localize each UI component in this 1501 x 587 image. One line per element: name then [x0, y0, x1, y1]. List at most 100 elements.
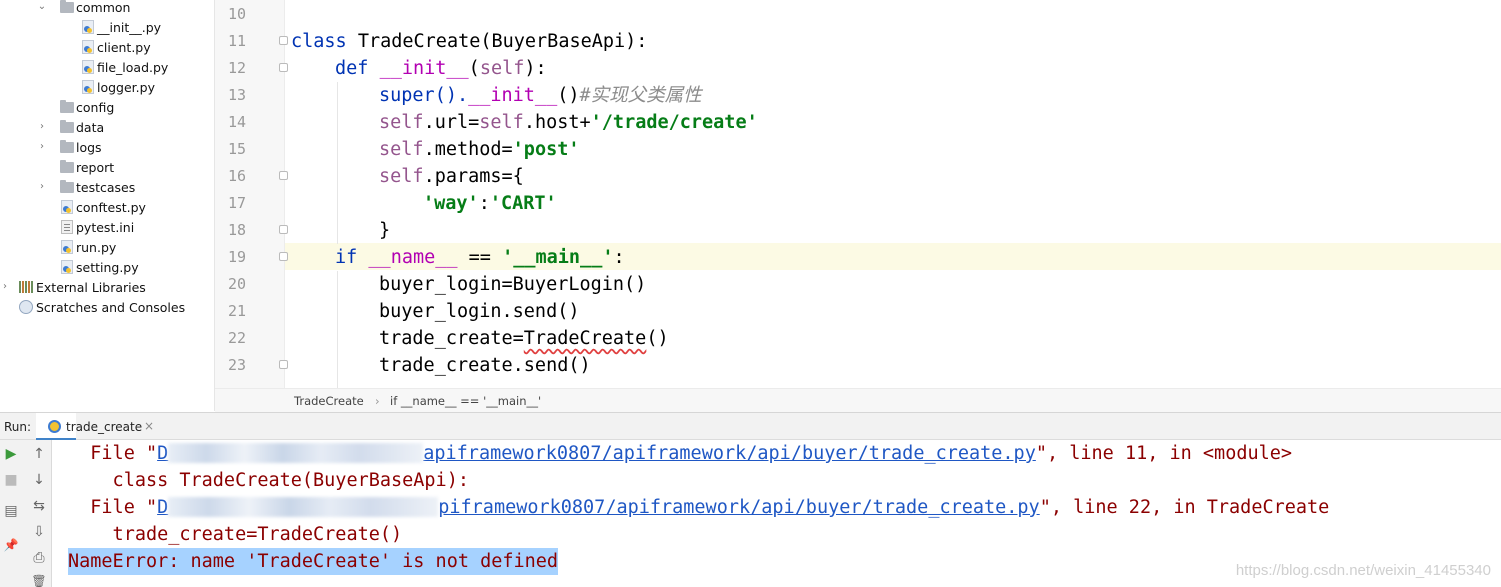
line-number: 19: [227, 248, 247, 266]
code-line-13: super().__init__()#实现父类属性: [379, 85, 702, 106]
python-file-icon: [82, 80, 94, 94]
fold-marker-icon[interactable]: [279, 36, 288, 45]
scroll-to-end-icon[interactable]: ⇩: [30, 523, 48, 541]
line-number: 10: [227, 5, 247, 23]
error-message: NameError: name 'TradeCreate' is not def…: [68, 548, 559, 575]
run-toolbar: ▶ ↑ ■ ↓ ⇆ ▤ ⇩ 📌 ⎙ 🗑: [0, 440, 52, 587]
breadcrumb-item-if-main[interactable]: if __name__ == '__main__': [390, 394, 541, 408]
tree-item-init-py[interactable]: __init__.py: [0, 17, 214, 37]
fold-marker-icon[interactable]: [279, 360, 288, 369]
indent-guide: [337, 82, 338, 244]
tree-item-run-py[interactable]: run.py: [0, 237, 214, 257]
fold-marker-icon[interactable]: [279, 225, 288, 234]
fold-marker-icon[interactable]: [279, 171, 288, 180]
line-number: 12: [227, 59, 247, 77]
watermark: https://blog.csdn.net/weixin_41455340: [1235, 562, 1491, 579]
tree-item-label: client.py: [97, 39, 151, 55]
tree-item-label: conftest.py: [76, 199, 146, 215]
code-line-20: buyer_login=BuyerLogin(): [379, 274, 647, 295]
layout-icon[interactable]: ▤: [2, 502, 20, 520]
library-icon: [19, 281, 33, 293]
indent-guide: [337, 271, 338, 388]
traceback-file-link[interactable]: apiframework0807/apiframework/api/buyer/…: [423, 443, 1036, 464]
down-arrow-icon[interactable]: ↓: [30, 471, 48, 489]
breadcrumb-separator: ›: [375, 394, 380, 408]
line-number: 17: [227, 194, 247, 212]
traceback-file-link[interactable]: piframework0807/apiframework/api/buyer/t…: [438, 497, 1039, 518]
traceback-file-line: File "D apiframework0807/apiframework/api…: [68, 443, 1293, 464]
pin-icon[interactable]: 📌: [2, 536, 20, 554]
print-icon[interactable]: ⎙: [30, 549, 48, 567]
chevron-right-icon[interactable]: ›: [37, 122, 47, 132]
chevron-down-icon[interactable]: ⌄: [37, 2, 47, 12]
tree-item-logger-py[interactable]: logger.py: [0, 77, 214, 97]
python-file-icon: [61, 260, 73, 274]
code-line-23: trade_create.send(): [379, 355, 591, 376]
tree-item-label: pytest.ini: [76, 219, 135, 235]
fold-marker-icon[interactable]: [279, 252, 288, 261]
code-line-16: self.params={: [379, 166, 524, 187]
tree-item-label: testcases: [76, 179, 136, 195]
run-tool-window-header: Run: trade_create ×: [0, 412, 1501, 441]
tree-item-scratches[interactable]: Scratches and Consoles: [0, 297, 214, 317]
tree-item-label: data: [76, 119, 105, 135]
python-file-icon: [82, 40, 94, 54]
chevron-right-icon[interactable]: ›: [37, 142, 47, 152]
python-run-icon: [48, 420, 61, 433]
folder-icon: [60, 160, 74, 173]
redacted-path: [168, 497, 439, 517]
close-icon[interactable]: ×: [144, 419, 154, 433]
line-number: 21: [227, 302, 247, 320]
rerun-icon[interactable]: ▶: [2, 445, 20, 463]
code-line-15: self.method='post': [379, 139, 580, 160]
chevron-right-icon[interactable]: ›: [0, 282, 10, 292]
code-line-11: class TradeCreate(BuyerBaseApi):: [291, 31, 648, 52]
python-file-icon: [82, 60, 94, 74]
tree-item-testcases[interactable]: › testcases: [0, 177, 214, 197]
up-arrow-icon[interactable]: ↑: [30, 445, 48, 463]
stop-icon[interactable]: ■: [2, 471, 20, 489]
tab-label: trade_create: [66, 420, 143, 434]
tab-trade-create[interactable]: trade_create ×: [36, 413, 154, 441]
folder-icon: [60, 100, 74, 113]
breadcrumb-item-class[interactable]: TradeCreate: [294, 394, 364, 408]
line-number-gutter: 10 11 12 13 14 15 16 17 18 19 20 21 22 2…: [215, 0, 285, 388]
traceback-code-line: trade_create=TradeCreate(): [68, 524, 403, 545]
tree-item-external-libraries[interactable]: › External Libraries: [0, 277, 214, 297]
code-line-19: if __name__ == '__main__':: [335, 247, 625, 268]
tree-item-conftest-py[interactable]: conftest.py: [0, 197, 214, 217]
tree-item-config[interactable]: config: [0, 97, 214, 117]
fold-marker-icon[interactable]: [279, 63, 288, 72]
traceback-file-link[interactable]: D: [157, 497, 168, 518]
chevron-right-icon[interactable]: ›: [37, 182, 47, 192]
tree-item-client-py[interactable]: client.py: [0, 37, 214, 57]
trash-icon[interactable]: 🗑: [30, 572, 48, 587]
tree-item-common[interactable]: ⌄ common: [0, 0, 214, 17]
python-file-icon: [82, 20, 94, 34]
line-number: 23: [227, 356, 247, 374]
traceback-file-link[interactable]: D: [157, 443, 168, 464]
code-line-18: }: [379, 220, 391, 241]
soft-wrap-icon[interactable]: ⇆: [30, 497, 48, 515]
tree-item-data[interactable]: › data: [0, 117, 214, 137]
tree-item-pytest-ini[interactable]: pytest.ini: [0, 217, 214, 237]
tree-item-file-load-py[interactable]: file_load.py: [0, 57, 214, 77]
tree-item-label: __init__.py: [97, 19, 162, 35]
tree-item-label: Scratches and Consoles: [36, 299, 186, 315]
redacted-path: [168, 443, 424, 463]
code-editor[interactable]: 10 11 12 13 14 15 16 17 18 19 20 21 22 2…: [215, 0, 1501, 388]
tree-item-setting-py[interactable]: setting.py: [0, 257, 214, 277]
folder-icon: [60, 120, 74, 133]
code-line-22: trade_create=TradeCreate(): [379, 328, 669, 349]
breadcrumb: TradeCreate › if __name__ == '__main__': [215, 388, 1501, 412]
code-line-12: def __init__(self):: [335, 58, 547, 79]
tree-item-label: run.py: [76, 239, 117, 255]
tree-item-report[interactable]: report: [0, 157, 214, 177]
ini-file-icon: [61, 220, 73, 234]
tree-item-logs[interactable]: › logs: [0, 137, 214, 157]
line-number: 16: [227, 167, 247, 185]
scratches-icon: [19, 300, 33, 314]
tree-item-label: setting.py: [76, 259, 139, 275]
tree-item-label: config: [76, 99, 115, 115]
line-number: 11: [227, 32, 247, 50]
